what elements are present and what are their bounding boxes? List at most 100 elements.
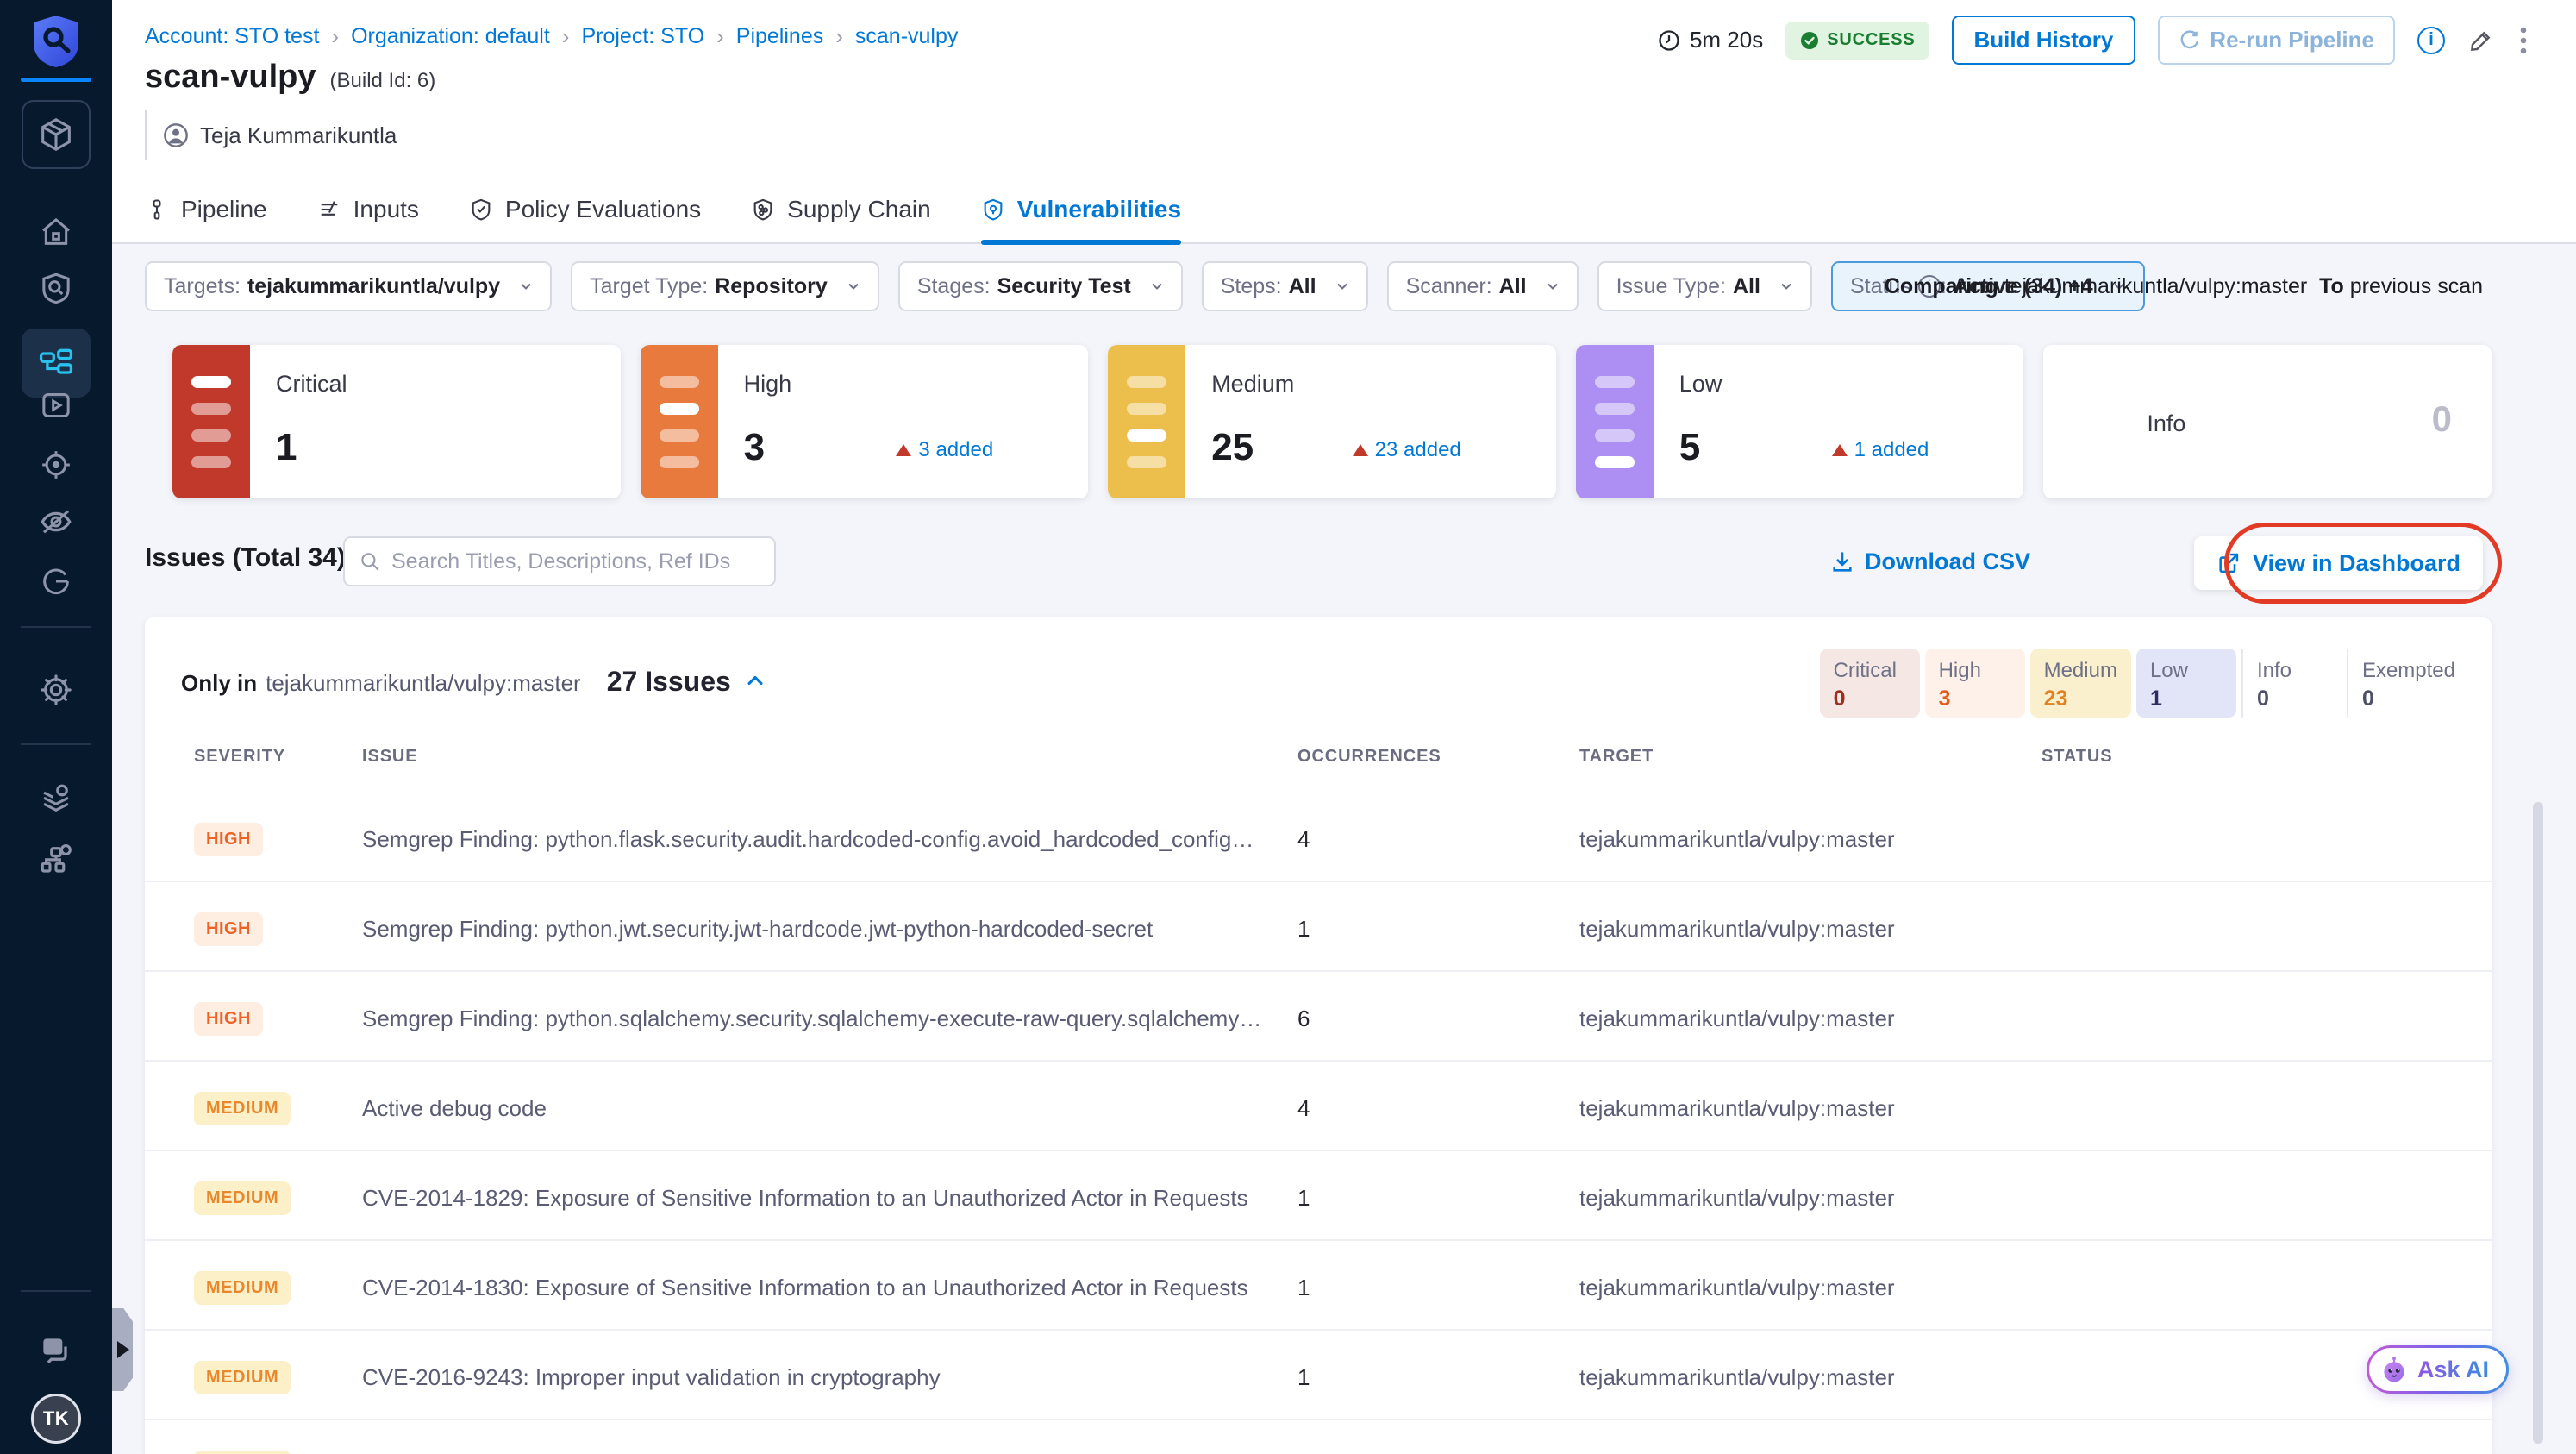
chevron-down-icon	[1547, 283, 1558, 290]
breadcrumb-pipelines[interactable]: Pipelines	[736, 24, 823, 49]
policy-shield-check-icon	[472, 198, 491, 221]
download-csv-label: Download CSV	[1864, 548, 2030, 574]
col-status: STATUS	[2041, 747, 2113, 766]
occurrences-value: 1	[1297, 1185, 1310, 1211]
occurrences-value: 1	[1297, 1364, 1310, 1390]
issue-title[interactable]: Semgrep Finding: python.jwt.security.jwt…	[362, 916, 1297, 943]
severity-badge: MEDIUM	[194, 1451, 291, 1454]
tab-supply-chain[interactable]: Supply Chain	[751, 175, 931, 244]
filter-targets[interactable]: Targets: tejakummarikuntla/vulpy	[145, 261, 553, 311]
filter-target-type[interactable]: Target Type: Repository	[571, 261, 879, 311]
help-chat-icon[interactable]: ?	[37, 1332, 75, 1370]
governance-network-icon[interactable]	[37, 840, 75, 878]
breadcrumb-current[interactable]: scan-vulpy	[855, 24, 959, 49]
settings-gear-icon[interactable]	[37, 671, 75, 709]
table-row[interactable]: HIGH Semgrep Finding: python.flask.secur…	[145, 799, 2492, 882]
tab-inputs[interactable]: Inputs	[317, 175, 419, 244]
tab-bar: Pipeline Inputs Policy Evaluations Suppl…	[145, 175, 1182, 245]
table-row[interactable]: HIGH Semgrep Finding: python.sqlalchemy.…	[145, 978, 2492, 1062]
card-label: Critical	[276, 371, 347, 397]
edit-pencil-icon[interactable]	[2467, 27, 2495, 54]
view-in-dashboard-button[interactable]: View in Dashboard	[2193, 536, 2483, 590]
chip-medium: Medium 23	[2029, 649, 2131, 718]
filter-steps[interactable]: Steps: All	[1201, 261, 1368, 311]
table-row[interactable]: MEDIUM CVE-2014-1830: Exposure of Sensit…	[145, 1247, 2492, 1331]
executions-icon[interactable]	[37, 386, 75, 424]
table-row[interactable]: MEDIUM Active debug code 4 tejakummariku…	[145, 1068, 2492, 1151]
info-icon[interactable]: i	[2417, 26, 2445, 54]
col-issue: ISSUE	[362, 747, 418, 766]
card-high[interactable]: High 3 3 added	[640, 345, 1089, 498]
table-row[interactable]: HIGH Semgrep Finding: python.jwt.securit…	[145, 888, 2492, 972]
rerun-pipeline-button[interactable]: Re-run Pipeline	[2158, 16, 2395, 65]
filter-stages[interactable]: Stages: Security Test	[897, 261, 1183, 311]
search-input[interactable]	[391, 548, 760, 574]
card-info[interactable]: Info 0	[2043, 345, 2492, 498]
getting-started-icon[interactable]	[37, 562, 75, 600]
breadcrumb-separator	[562, 23, 570, 50]
tab-pipeline[interactable]: Pipeline	[145, 175, 267, 244]
user-avatar[interactable]: TK	[31, 1394, 81, 1444]
chip-high: High 3	[1924, 649, 2025, 718]
issue-title[interactable]: CVE-2014-1830: Exposure of Sensitive Inf…	[362, 1275, 1297, 1301]
check-circle-icon	[1801, 31, 1819, 49]
issue-group-header[interactable]: Only in tejakummarikuntla/vulpy:master 2…	[181, 666, 767, 698]
status-badge-label: SUCCESS	[1827, 30, 1916, 49]
home-icon[interactable]	[37, 213, 75, 251]
filter-issue-type[interactable]: Issue Type: All	[1597, 261, 1812, 311]
exemptions-eye-off-icon[interactable]	[37, 503, 75, 541]
card-critical[interactable]: Critical 1	[172, 345, 621, 498]
chip-exempted: Exempted 0	[2346, 649, 2469, 718]
issue-title[interactable]: Semgrep Finding: python.sqlalchemy.secur…	[362, 1006, 1297, 1032]
duration: 5m 20s	[1657, 27, 1763, 53]
app-root: ? TK Account: STO test Organization: def…	[0, 0, 2576, 1454]
breadcrumb-project[interactable]: Project: STO	[581, 24, 704, 49]
tab-policy-evaluations[interactable]: Policy Evaluations	[469, 175, 701, 244]
target-value: tejakummarikuntla/vulpy:master	[1579, 1275, 1895, 1300]
tab-label: Policy Evaluations	[504, 196, 702, 222]
targets-icon[interactable]	[37, 446, 75, 484]
tab-label: Vulnerabilities	[1016, 196, 1182, 222]
tab-label: Supply Chain	[787, 196, 931, 222]
filter-label: Scanner:	[1405, 273, 1492, 298]
scan-shield-icon[interactable]	[37, 269, 75, 307]
collapse-chevron-up-icon[interactable]	[743, 668, 767, 693]
table-row[interactable]: MEDIUM	[145, 1426, 2492, 1454]
ai-robot-icon	[2384, 1357, 2404, 1382]
tab-label: Pipeline	[181, 196, 267, 222]
nav-divider	[21, 1290, 91, 1292]
card-count: 3	[743, 426, 766, 468]
severity-badge: MEDIUM	[194, 1181, 291, 1215]
sto-logo-icon[interactable]	[32, 14, 80, 69]
build-history-button[interactable]: Build History	[1951, 16, 2136, 65]
nav-expand-handle[interactable]	[112, 1308, 133, 1391]
issue-title[interactable]: CVE-2014-1829: Exposure of Sensitive Inf…	[362, 1185, 1297, 1212]
severity-meter-icon	[640, 345, 718, 498]
breadcrumb-organization[interactable]: Organization: default	[351, 24, 550, 49]
card-medium[interactable]: Medium 25 23 added	[1108, 345, 1556, 498]
module-selector-icon[interactable]	[22, 100, 91, 169]
table-scrollbar[interactable]	[2533, 802, 2543, 1444]
table-row[interactable]: MEDIUM CVE-2016-9243: Improper input val…	[145, 1337, 2492, 1420]
issue-title[interactable]: CVE-2016-9243: Improper input validation…	[362, 1364, 1297, 1391]
default-settings-layers-icon[interactable]	[37, 780, 75, 818]
filter-scanner[interactable]: Scanner: All	[1386, 261, 1579, 311]
breadcrumb-separator	[716, 23, 724, 50]
title-row: scan-vulpy (Build Id: 6)	[145, 59, 435, 96]
tab-vulnerabilities[interactable]: Vulnerabilities	[980, 175, 1182, 245]
severity-badge: HIGH	[194, 823, 263, 856]
table-row[interactable]: MEDIUM CVE-2014-1829: Exposure of Sensit…	[145, 1157, 2492, 1241]
ask-ai-button[interactable]: Ask AI	[2366, 1345, 2509, 1394]
download-csv-button[interactable]: Download CSV	[1830, 548, 2030, 575]
breadcrumb-account[interactable]: Account: STO test	[145, 24, 319, 49]
rerun-label: Re-run Pipeline	[2210, 27, 2374, 53]
issue-title[interactable]: Semgrep Finding: python.flask.security.a…	[362, 826, 1297, 853]
issue-title[interactable]: Active debug code	[362, 1095, 1297, 1122]
card-low[interactable]: Low 5 1 added	[1575, 345, 2024, 498]
triangle-up-icon	[1352, 444, 1368, 456]
supply-chain-shield-icon	[753, 198, 772, 221]
more-options-kebab-icon[interactable]	[2517, 25, 2529, 56]
issues-search[interactable]	[343, 536, 776, 586]
download-icon	[1833, 551, 1852, 572]
occurrences-value: 1	[1297, 916, 1310, 942]
